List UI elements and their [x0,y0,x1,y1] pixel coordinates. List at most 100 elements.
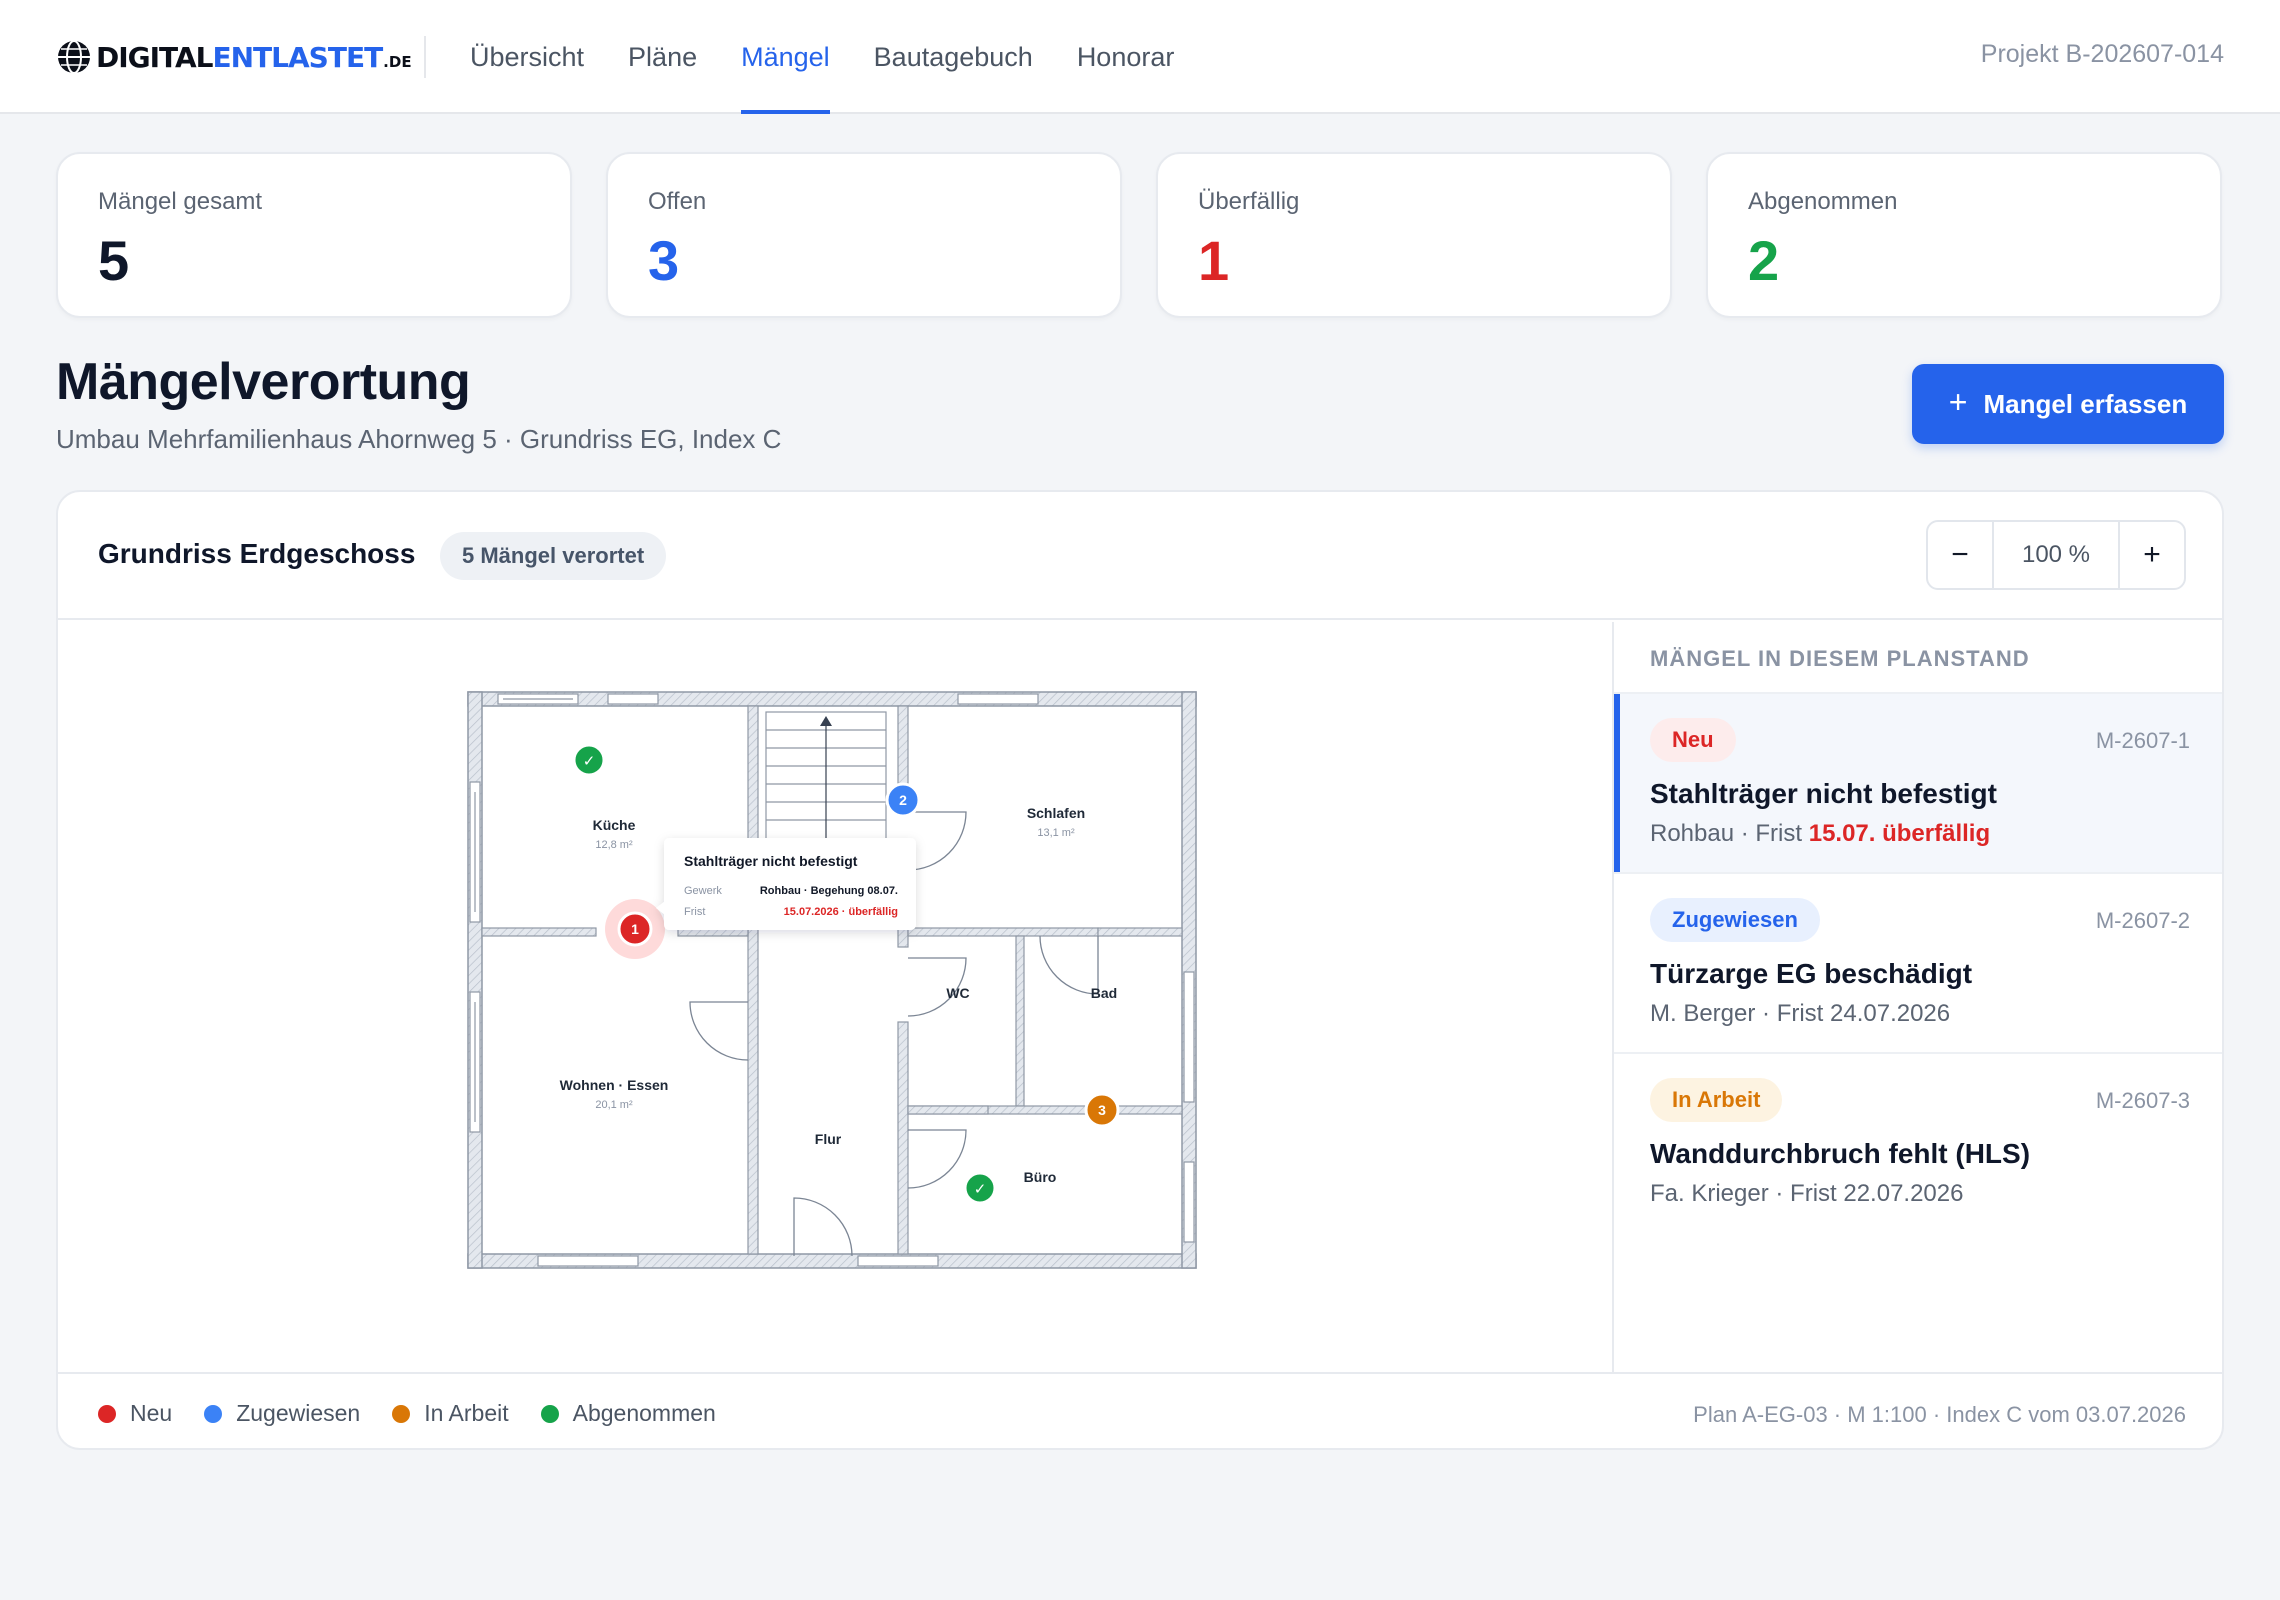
legend-item-zugewiesen: Zugewiesen [204,1400,360,1427]
stat-label: Überfällig [1198,188,1300,215]
tooltip-frist-value: 15.07.2026 · überfällig [784,906,898,918]
legend-label: Zugewiesen [236,1400,361,1426]
room-label: Küche [593,817,636,833]
floorplan-viewport[interactable]: Küche 12,8 m² Schlafen 13,1 m² Wohnen · … [58,622,1612,1374]
plus-icon: + [1948,384,1968,420]
defect-list-item[interactable]: Neu M-2607-1 Stahlträger nicht befestigt… [1614,692,2222,872]
room-label: Flur [815,1131,842,1147]
check-icon: ✓ [974,1180,987,1198]
nav-tab-uebersicht[interactable]: Übersicht [470,0,584,114]
brand-logo[interactable]: DIGITAL ENTLASTET .DE [56,38,412,76]
plan-title: Grundriss Erdgeschoss [98,538,416,569]
defect-title: Stahlträger nicht befestigt [1650,778,1997,809]
defect-marker-accepted[interactable]: ✓ [572,743,606,777]
nav-tab-maengel[interactable]: Mängel [741,0,830,114]
legend-item-in-arbeit: In Arbeit [392,1400,509,1427]
zoom-out-button[interactable]: − [1928,522,1992,588]
plan-card-footer: Neu Zugewiesen In Arbeit Abgenommen Plan… [58,1372,2222,1448]
defect-title: Türzarge EG beschädigt [1650,958,1973,989]
stat-value: 1 [1198,229,1230,292]
status-badge: In Arbeit [1650,1078,1783,1122]
nav-tab-bautagebuch[interactable]: Bautagebuch [874,0,1033,114]
status-badge: Neu [1650,718,1736,762]
stat-card-overdue: Überfällig 1 [1156,152,1672,318]
defect-marker-accepted[interactable]: ✓ [963,1171,997,1205]
defect-id: M-2607-1 [2095,728,2190,753]
defect-list-item[interactable]: Zugewiesen M-2607-2 Türzarge EG beschädi… [1614,872,2222,1052]
project-id: Projekt B-202607-014 [1980,40,2224,68]
status-dot-icon [540,1404,559,1423]
stat-value: 5 [98,229,130,292]
header-divider [424,36,426,78]
room-area: 20,1 m² [595,1099,633,1111]
zoom-in-button[interactable]: + [2120,522,2184,588]
legend-label: In Arbeit [424,1400,509,1426]
defect-meta: Rohbau · Frist 15.07. überfällig [1650,820,1990,848]
stat-label: Mängel gesamt [98,188,263,215]
defect-title: Wanddurchbruch fehlt (HLS) [1650,1138,2031,1169]
room-label: Wohnen · Essen [560,1077,669,1093]
room-label: WC [946,985,969,1001]
plan-card-header: Grundriss Erdgeschoss 5 Mängel verortet … [58,492,2222,620]
defect-list-heading: MÄNGEL IN DIESEM PLANSTAND [1650,646,2030,671]
status-dot-icon [392,1404,411,1423]
brand-tld: .DE [383,53,412,71]
stat-card-accepted: Abgenommen 2 [1706,152,2222,318]
defect-list-panel: MÄNGEL IN DIESEM PLANSTAND Neu M-2607-1 … [1612,622,2222,1374]
room-area: 13,1 m² [1037,827,1075,839]
zoom-control: − 100 % + [1926,520,2186,590]
add-defect-label: Mangel erfassen [1983,388,2188,419]
status-dot-icon [204,1404,223,1423]
defect-meta: M. Berger · Frist 24.07.2026 [1650,1000,1951,1027]
staircase [765,711,887,849]
room-label: Schlafen [1027,805,1085,821]
globe-icon [58,40,90,74]
legend-item-abgenommen: Abgenommen [540,1400,716,1427]
check-icon: ✓ [583,752,596,770]
defect-marker-2[interactable]: 2 [885,782,921,818]
tooltip-frist-label: Frist [684,906,705,918]
defect-marker-3[interactable]: 3 [1084,1092,1120,1128]
marker-number: 2 [899,792,907,808]
legend-label: Abgenommen [572,1400,716,1426]
defect-id: M-2607-2 [2095,908,2190,933]
tooltip-gewerk-label: Gewerk [684,885,722,897]
main-nav: Übersicht Pläne Mängel Bautagebuch Honor… [470,0,1218,114]
zoom-level: 100 % [1992,522,2120,588]
marker-number: 1 [631,921,639,937]
brand-word-2: ENTLASTET [212,40,384,74]
stat-label: Abgenommen [1748,188,1898,215]
stat-card-total: Mängel gesamt 5 [56,152,572,318]
room-area: 12,8 m² [595,839,633,851]
status-legend: Neu Zugewiesen In Arbeit Abgenommen [98,1400,748,1427]
marker-number: 3 [1098,1102,1106,1118]
stat-card-open: Offen 3 [606,152,1122,318]
nav-tab-honorar[interactable]: Honorar [1077,0,1175,114]
defect-count-pill: 5 Mängel verortet [440,532,667,580]
status-badge: Zugewiesen [1650,898,1820,942]
plan-metadata: Plan A-EG-03 · M 1:100 · Index C vom 03.… [1693,1402,2186,1427]
defect-id: M-2607-3 [2095,1088,2190,1113]
plan-card: Grundriss Erdgeschoss 5 Mängel verortet … [56,490,2224,1450]
floorplan-drawing: Küche 12,8 m² Schlafen 13,1 m² Wohnen · … [467,691,1197,1269]
defect-meta: Fa. Krieger · Frist 22.07.2026 [1650,1180,1964,1207]
page-title: Mängelverortung [56,353,471,411]
room-label: Bad [1091,985,1117,1001]
nav-tab-plaene[interactable]: Pläne [628,0,697,114]
legend-item-neu: Neu [98,1400,172,1427]
defect-overdue-text: 15.07. überfällig [1808,820,1991,847]
add-defect-button[interactable]: + Mangel erfassen [1912,364,2224,444]
stat-label: Offen [648,188,707,215]
legend-label: Neu [130,1400,173,1426]
page-subtitle: Umbau Mehrfamilienhaus Ahornweg 5 · Grun… [56,424,782,454]
stat-value: 2 [1748,229,1780,292]
tooltip-title: Stahlträger nicht befestigt [684,853,858,869]
tooltip-gewerk-value: Rohbau · Begehung 08.07. [760,885,898,897]
stat-value: 3 [648,229,680,292]
brand-word-1: DIGITAL [96,40,213,74]
defect-list-item[interactable]: In Arbeit M-2607-3 Wanddurchbruch fehlt … [1614,1052,2222,1232]
top-navigation-bar: DIGITAL ENTLASTET .DE Übersicht Pläne Mä… [0,0,2280,114]
room-label: Büro [1024,1169,1057,1185]
defect-meta-text: Rohbau · Frist [1650,820,1809,847]
status-dot-icon [98,1404,116,1423]
